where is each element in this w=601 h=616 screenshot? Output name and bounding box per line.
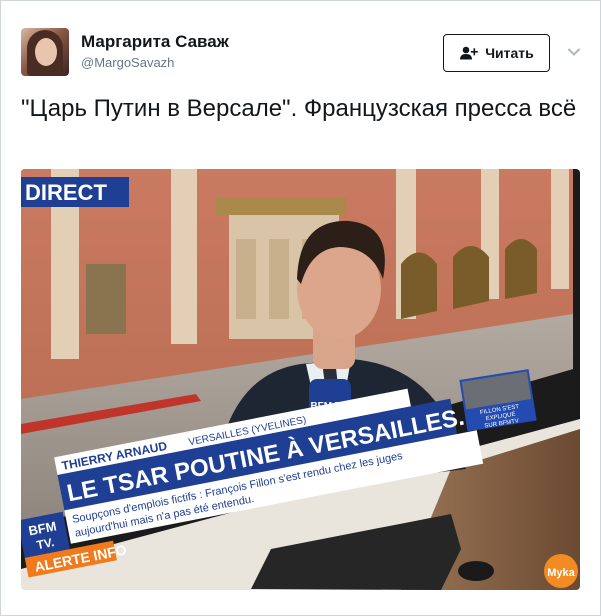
add-user-icon	[460, 46, 479, 60]
author-handle[interactable]: @MargoSavazh	[81, 55, 174, 70]
tweet-text: "Царь Путин в Версале". Французская прес…	[21, 95, 577, 122]
tweet-card: Маргарита Саваж @MargoSavazh Читать "Цар…	[0, 0, 601, 616]
author-display-name[interactable]: Маргарита Саваж	[81, 32, 229, 52]
follow-button[interactable]: Читать	[443, 34, 550, 72]
avatar[interactable]	[21, 28, 69, 76]
tv-broadcast-image: BFM TV. DIRECT FILLON S'EST EXPLIQUÉ SUR…	[21, 169, 580, 590]
chevron-down-icon[interactable]	[567, 45, 581, 59]
watermark: Муkа	[547, 567, 575, 579]
follow-button-label: Читать	[485, 45, 534, 61]
direct-label: DIRECT	[25, 180, 107, 205]
tweet-photo[interactable]: BFM TV. DIRECT FILLON S'EST EXPLIQUÉ SUR…	[21, 169, 580, 590]
